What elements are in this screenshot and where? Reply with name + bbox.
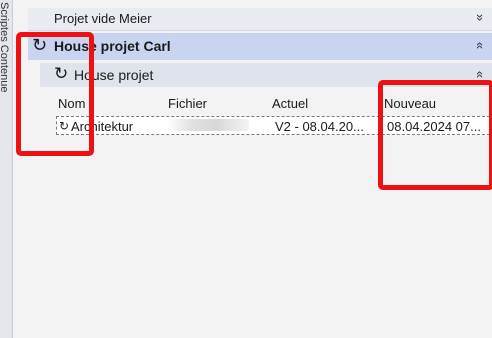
chevron-down-icon[interactable]: » xyxy=(473,14,488,21)
tree-item-projet-vide-meier[interactable]: Projet vide Meier » xyxy=(28,8,492,31)
cell-actuel: V2 - 08.04.20... xyxy=(275,119,364,134)
chevron-up-icon[interactable]: « xyxy=(473,71,488,78)
side-panel-tab[interactable]: Scriptes Contenue xyxy=(0,0,13,338)
column-header-actuel[interactable]: Actuel xyxy=(272,96,308,111)
tree-item-label: Projet vide Meier xyxy=(54,11,152,26)
cell-fichier-redacted xyxy=(167,119,249,131)
side-panel-tab-label: Scriptes Contenue xyxy=(0,2,10,93)
highlight-box-left xyxy=(16,32,94,156)
chevron-up-icon[interactable]: « xyxy=(473,42,488,49)
highlight-box-right xyxy=(378,80,492,190)
tree-item-house-projet-carl[interactable]: ↻ House projet Carl « xyxy=(28,33,492,60)
column-header-fichier[interactable]: Fichier xyxy=(168,96,207,111)
